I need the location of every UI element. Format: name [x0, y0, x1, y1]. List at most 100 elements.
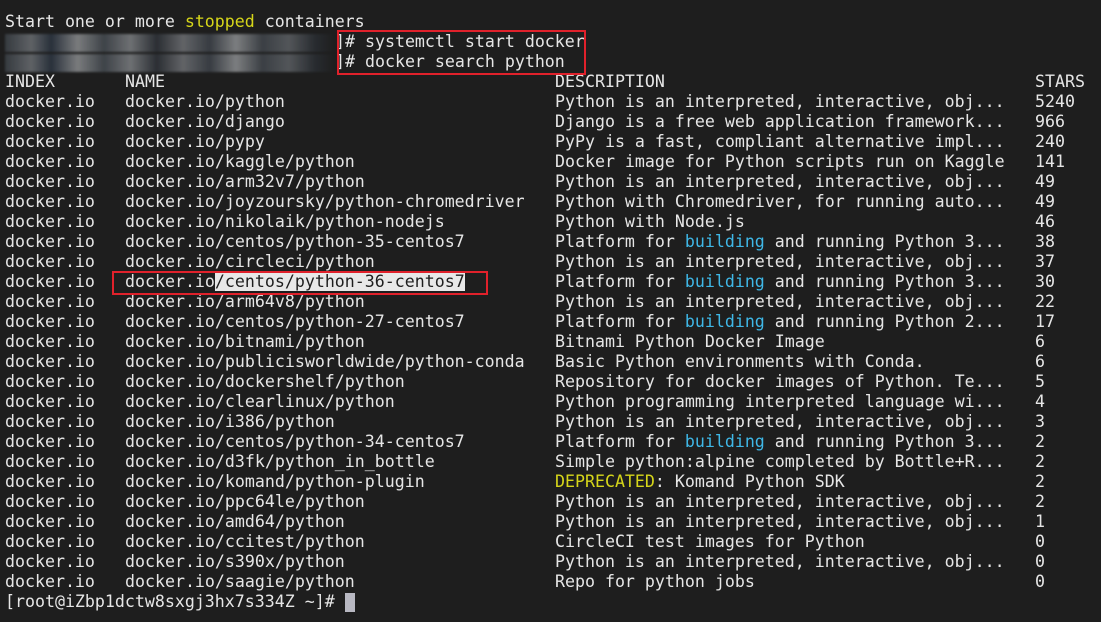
name-cell: docker.io/centos/python-36-centos7	[125, 272, 465, 292]
shell-prompt: [root@iZbp1dctw8sxgj3hx7s334Z ~]#	[5, 592, 345, 611]
description-text: Django is a free web application framewo…	[555, 112, 1005, 131]
description-text: PyPy is a fast, compliant alternative im…	[555, 132, 1005, 151]
table-row: docker.io docker.io/joyzoursky/python-chr…	[0, 192, 1101, 212]
table-row: docker.io docker.io/pypy PyPy is a fast, c…	[0, 132, 1101, 152]
description-cell: Basic Python environments with Conda.	[555, 352, 925, 372]
description-text: Python is an interpreted, interactive, o…	[555, 412, 1005, 431]
prompt-suffix: ]#	[335, 52, 365, 71]
index-cell: docker.io	[5, 92, 95, 111]
table-row: docker.io docker.io/nikolaik/python-nodej…	[0, 212, 1101, 232]
index-cell: docker.io	[5, 212, 95, 231]
stars-cell: 141	[1035, 152, 1065, 171]
name-cell: docker.io/kaggle/python	[125, 152, 355, 171]
name-cell: docker.io/arm32v7/python	[125, 172, 365, 191]
stars-cell: 2	[1035, 492, 1045, 511]
index-cell: docker.io	[5, 392, 95, 411]
table-row: docker.io docker.io/arm64v8/python Python …	[0, 292, 1101, 312]
description-text: Simple python:alpine completed by Bottle…	[555, 452, 1005, 471]
description-text: Python is an interpreted, interactive, o…	[555, 172, 1005, 191]
stars-cell: 0	[1035, 552, 1045, 571]
description-text: and running Python 3...	[764, 272, 1005, 291]
description-cell: Python is an interpreted, interactive, o…	[555, 512, 1005, 532]
description-cell: Python is an interpreted, interactive, o…	[555, 172, 1005, 192]
description-text: CircleCI test images for Python	[555, 532, 865, 551]
name-cell: docker.io/d3fk/python_in_bottle	[125, 452, 435, 471]
description-text: Python with Node.js	[555, 212, 745, 231]
stars-cell: 37	[1035, 252, 1055, 271]
index-cell: docker.io	[5, 292, 95, 311]
highlighted-word: building	[684, 432, 765, 451]
stars-cell: 38	[1035, 232, 1055, 251]
intro-line: Start one or more stopped containers	[0, 12, 1101, 32]
description-cell: Django is a free web application framewo…	[555, 112, 1005, 132]
description-cell: Platform for building and running Python…	[555, 272, 1005, 292]
stars-cell: 6	[1035, 352, 1045, 371]
index-cell: docker.io	[5, 572, 95, 591]
description-cell: Repository for docker images of Python. …	[555, 372, 1005, 392]
prompt-suffix: ]#	[335, 32, 365, 51]
description-cell: Repo for python jobs	[555, 572, 755, 592]
stars-cell: 240	[1035, 132, 1065, 151]
index-cell: docker.io	[5, 132, 95, 151]
stars-cell: 2	[1035, 472, 1045, 491]
table-row: docker.io docker.io/saagie/python Repo for…	[0, 572, 1101, 592]
table-row: docker.io docker.io/ccitest/python CircleC…	[0, 532, 1101, 552]
table-row: docker.io docker.io/django Django is a fre…	[0, 112, 1101, 132]
description-cell: Python is an interpreted, interactive, o…	[555, 492, 1005, 512]
index-cell: docker.io	[5, 172, 95, 191]
description-cell: Python is an interpreted, interactive, o…	[555, 292, 1005, 312]
name-cell: docker.io/bitnami/python	[125, 332, 365, 351]
table-row: docker.io docker.io/clearlinux/python Pyth…	[0, 392, 1101, 412]
stars-cell: 49	[1035, 192, 1055, 211]
name-cell: docker.io/saagie/python	[125, 572, 355, 591]
description-text: Platform for	[555, 312, 685, 331]
name-cell: docker.io/centos/python-27-centos7	[125, 312, 465, 331]
stars-cell: 17	[1035, 312, 1055, 331]
table-row: docker.io docker.io/d3fk/python_in_bottle…	[0, 452, 1101, 472]
final-prompt-line: [root@iZbp1dctw8sxgj3hx7s334Z ~]#	[0, 592, 1101, 612]
index-cell: docker.io	[5, 452, 95, 471]
highlighted-word: DEPRECATED	[555, 472, 655, 491]
command-line-2: ]# docker search python	[0, 52, 1101, 72]
table-row: docker.io docker.io/bitnami/python Bitnami…	[0, 332, 1101, 352]
header-description: DESCRIPTION	[555, 72, 665, 91]
name-text: docker.io	[125, 272, 215, 291]
name-cell: docker.io/komand/python-plugin	[125, 472, 425, 491]
description-cell: Python is an interpreted, interactive, o…	[555, 412, 1005, 432]
stars-cell: 1	[1035, 512, 1045, 531]
name-cell: docker.io/ccitest/python	[125, 532, 365, 551]
description-text: Python is an interpreted, interactive, o…	[555, 512, 1005, 531]
command-text: systemctl start docker	[364, 32, 585, 51]
stars-cell: 2	[1035, 432, 1045, 451]
name-cell: docker.io/s390x/python	[125, 552, 345, 571]
index-cell: docker.io	[5, 492, 95, 511]
description-cell: Python is an interpreted, interactive, o…	[555, 552, 1005, 572]
stars-cell: 22	[1035, 292, 1055, 311]
description-cell: PyPy is a fast, compliant alternative im…	[555, 132, 1005, 152]
index-cell: docker.io	[5, 412, 95, 431]
stars-cell: 5240	[1035, 92, 1075, 111]
index-cell: docker.io	[5, 312, 95, 331]
name-cell: docker.io/nikolaik/python-nodejs	[125, 212, 445, 231]
selected-text[interactable]: /centos/python-36-centos7	[214, 272, 465, 291]
stopped-keyword: stopped	[184, 12, 255, 31]
description-text: Platform for	[555, 272, 685, 291]
index-cell: docker.io	[5, 232, 95, 251]
description-cell: Python with Node.js	[555, 212, 745, 232]
table-row: docker.io docker.io/publicisworldwide/pyt…	[0, 352, 1101, 372]
index-cell: docker.io	[5, 272, 95, 291]
description-text: Python with Chromedriver, for running au…	[555, 192, 1005, 211]
description-cell: DEPRECATED: Komand Python SDK	[555, 472, 845, 492]
index-cell: docker.io	[5, 532, 95, 551]
index-cell: docker.io	[5, 512, 95, 531]
stars-cell: 4	[1035, 392, 1045, 411]
table-header: INDEX NAME DESCRIPTION STARS	[0, 72, 1101, 92]
table-row: docker.io docker.io/circleci/python Python…	[0, 252, 1101, 272]
name-cell: docker.io/joyzoursky/python-chromedriver	[125, 192, 525, 211]
description-cell: Bitnami Python Docker Image	[555, 332, 825, 352]
name-cell: docker.io/centos/python-35-centos7	[125, 232, 465, 251]
description-text: and running Python 3...	[764, 432, 1005, 451]
stars-cell: 30	[1035, 272, 1055, 291]
stars-cell: 5	[1035, 372, 1045, 391]
description-cell: Platform for building and running Python…	[555, 312, 1005, 332]
